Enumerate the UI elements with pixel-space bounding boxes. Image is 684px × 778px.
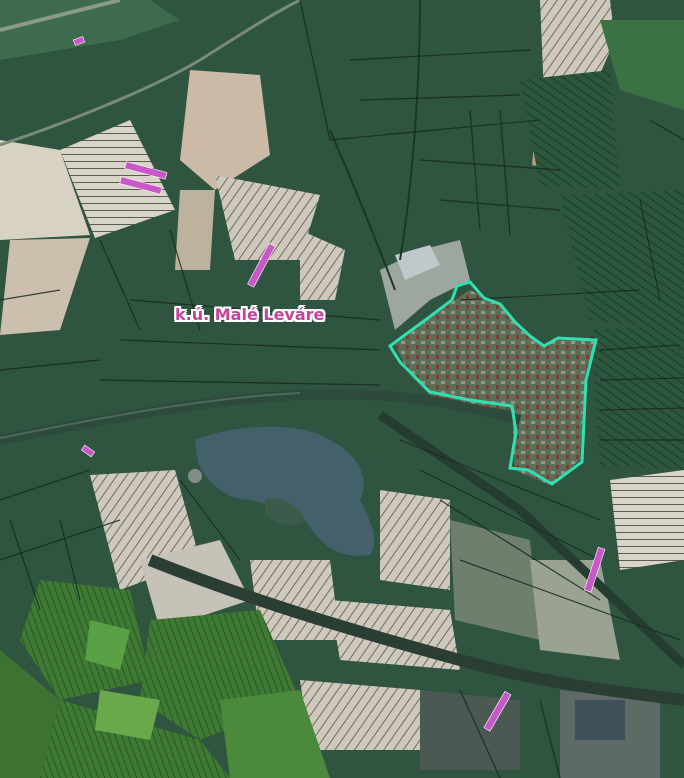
- aerial-map[interactable]: k.ú. Malé Leváre: [0, 0, 684, 778]
- cadastral-area-label: k.ú. Malé Leváre: [175, 305, 325, 324]
- map-canvas[interactable]: [0, 0, 684, 778]
